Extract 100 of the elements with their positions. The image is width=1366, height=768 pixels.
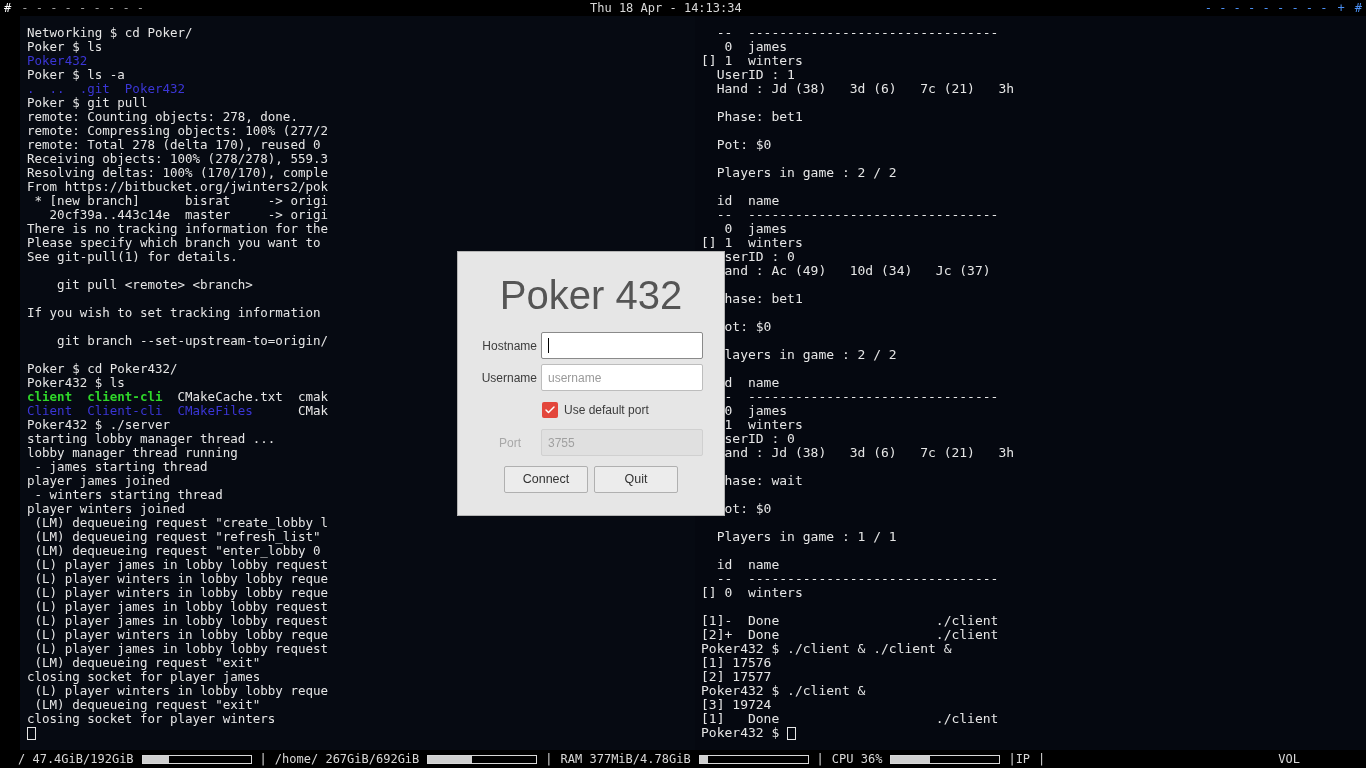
terminal-line: id name	[715, 194, 780, 208]
terminal-line: starting lobby manager thread ...	[27, 432, 276, 446]
terminal-line: closing socket for player winters	[27, 712, 276, 726]
terminal-line: (L) player james in lobby lobby request	[33, 642, 329, 656]
terminal-line: closing socket for player james	[27, 670, 261, 684]
status-label: RAM 377MiB/4.78GiB	[560, 751, 691, 768]
terminal-line: Please specify which branch you want to	[27, 236, 321, 250]
terminal-line: Pot: $0	[715, 138, 772, 152]
terminal-line: remote: Total 278 (delta 170), reused 0	[27, 138, 321, 152]
status-text: |IP	[1008, 751, 1031, 768]
terminal-line: player james joined	[27, 474, 170, 488]
terminal-line: and : Jd (38) 3d (6) 7c (21) 3h	[723, 446, 1015, 460]
terminal-line: (L) player winters in lobby lobby reque	[33, 628, 329, 642]
workspace-indicators[interactable]: - - - - - - - - -	[21, 0, 145, 16]
terminal-line: [1] Done ./client	[701, 712, 999, 726]
terminal-line: Resolving deltas: 100% (170/170), comple	[27, 166, 329, 180]
terminal-line: client client-cli CMakeCache.txt cmak	[27, 390, 329, 404]
terminal-line: [1]- Done ./client	[701, 614, 999, 628]
dialog-button[interactable]: Quit	[594, 466, 678, 493]
terminal-line: Players in game : 2 / 2	[715, 166, 897, 180]
terminal-line: -- --------------------------------	[715, 26, 999, 40]
field-label: Port	[499, 434, 521, 452]
terminal-line: git branch --set-upstream-to=origin/	[56, 334, 329, 348]
terminal-line: [] 0 winters	[701, 586, 803, 600]
terminal-line: (L) player james in lobby lobby request	[33, 558, 329, 572]
terminal-line: - james starting thread	[34, 460, 208, 474]
terminal-line: [2] 17577	[701, 670, 772, 684]
status-label: / 47.4GiB/192GiB	[18, 751, 134, 768]
terminal-line: Players in game : 1 / 1	[715, 530, 897, 544]
menu-mark[interactable]: #	[1354, 0, 1362, 16]
terminal-line: layers in game : 2 / 2	[723, 348, 897, 362]
terminal-line: Poker432	[27, 54, 88, 68]
check-icon	[544, 404, 556, 416]
terminal-line: 20cf39a..443c14e master -> origi	[48, 208, 329, 222]
terminal-line: . .. .git Poker432	[27, 82, 186, 96]
status-label: CPU 36%	[831, 751, 883, 768]
status-text: VOL	[1278, 751, 1300, 768]
terminal-line: [] 1 winters	[701, 54, 803, 68]
terminal-line: git pull <remote> <branch>	[56, 278, 253, 292]
menu-mark[interactable]: #	[4, 0, 12, 16]
terminal-line: ot: $0	[723, 320, 772, 334]
terminal-line: [3] 19724	[701, 698, 772, 712]
checkbox[interactable]	[542, 402, 558, 418]
terminal-line: Poker432 $	[701, 726, 781, 740]
terminal-line: Poker432 $ ./client &	[701, 684, 866, 698]
terminal-line: Hand : Jd (38) 3d (6) 7c (21) 3h	[715, 82, 1015, 96]
terminal-line: [1] 17576	[701, 656, 772, 670]
add-workspace[interactable]: +	[1337, 0, 1345, 16]
terminal-line: - --------------------------------	[723, 390, 999, 404]
terminal-line: (L) player winters in lobby lobby reque	[33, 572, 329, 586]
terminal-line: remote: Counting objects: 278, done.	[27, 110, 298, 124]
terminal-line: (L) player winters in lobby lobby reque	[33, 586, 329, 600]
terminal-line: (L) player james in lobby lobby request	[33, 600, 329, 614]
terminal-line: [] 1 winters	[701, 236, 803, 250]
text-caret	[548, 338, 549, 353]
terminal-line: 0 james	[723, 222, 788, 236]
terminal-line: (LM) dequeueing request "enter_lobby 0	[33, 544, 321, 558]
terminal-line: (L) player james in lobby lobby request	[33, 614, 329, 628]
status-label: /home/ 267GiB/692GiB	[274, 751, 420, 768]
terminal-line: d name	[723, 376, 780, 390]
terminal-line: (L) player winters in lobby lobby reque	[34, 684, 329, 698]
terminal-line: 0 james	[723, 40, 788, 54]
terminal-line: Poker $ ls	[27, 40, 103, 54]
workspace-indicators[interactable]: - - - - - - - - -	[1204, 0, 1328, 16]
status-text: |	[259, 751, 267, 768]
terminal-line: hase: wait	[723, 474, 803, 488]
terminal-line: UserID : 1	[715, 68, 795, 82]
terminal-line: Poker $ ls -a	[27, 68, 125, 82]
status-text: |	[545, 751, 553, 768]
terminal-line: (LM) dequeueing request "create_lobby l	[34, 516, 329, 530]
clock: Thu 18 Apr - 14:13:34	[590, 0, 742, 16]
terminal-line: (LM) dequeueing request "exit"	[33, 656, 261, 670]
terminal-line: Networking $ cd Poker/	[27, 26, 193, 40]
field-label: Hostname	[482, 337, 537, 355]
input-field[interactable]	[541, 332, 703, 359]
terminal-line: serID : 0	[723, 432, 795, 446]
dialog-title: Poker 432	[499, 272, 683, 318]
terminal-line: (LM) dequeueing request "refresh_list"	[33, 530, 321, 544]
terminal-line: lobby manager thread running	[27, 446, 238, 460]
terminal-line: Poker432 $ ./server	[27, 418, 170, 432]
terminal-line: id name	[715, 558, 780, 572]
dialog-button[interactable]: Connect	[504, 466, 588, 493]
terminal-line: -- --------------------------------	[715, 572, 999, 586]
terminal-line: * [new branch] bisrat -> origi	[33, 194, 329, 208]
terminal-line: player winters joined	[27, 502, 186, 516]
terminal-line: 0 james	[723, 404, 788, 418]
status-text: |	[816, 751, 824, 768]
terminal-line: serID : 0	[723, 250, 795, 264]
terminal-line: -- --------------------------------	[715, 208, 999, 222]
terminal-line: ot: $0	[723, 502, 772, 516]
terminal-line: Phase: bet1	[715, 110, 803, 124]
terminal-line: Poker $ git pull	[27, 96, 148, 110]
field-label: Username	[481, 369, 537, 387]
terminal-line: Poker $ cd Poker432/	[27, 362, 178, 376]
terminal-line: - winters starting thread	[34, 488, 223, 502]
terminal-line: Poker432 $ ls	[27, 376, 125, 390]
terminal-line: Client Client-cli CMakeFiles CMak	[27, 404, 329, 418]
terminal-line: Poker432 $ ./client & ./client &	[701, 642, 952, 656]
status-text: |	[1038, 751, 1046, 768]
terminal-line: From https://bitbucket.org/jwinters2/pok	[27, 180, 329, 194]
